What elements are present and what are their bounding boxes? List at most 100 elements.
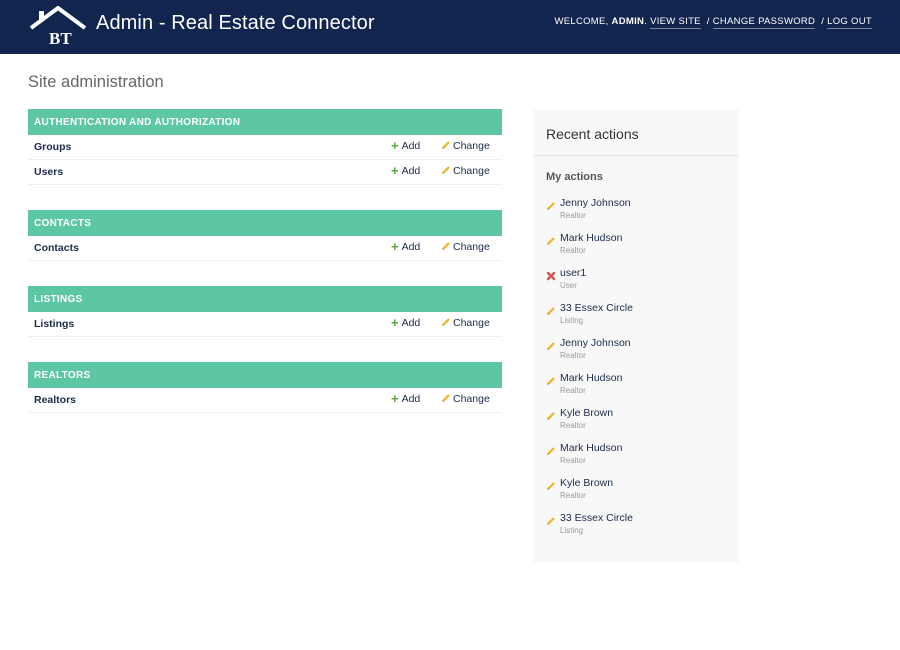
add-label: Add xyxy=(401,393,421,405)
site-brand-title[interactable]: Admin - Real Estate Connector xyxy=(96,12,375,35)
pencil-icon xyxy=(546,198,556,210)
model-row: Listings + Add Change xyxy=(28,312,502,337)
divider xyxy=(533,155,739,156)
recent-action-type: Listing xyxy=(560,526,584,535)
change-link[interactable]: Change xyxy=(441,317,490,329)
recent-action-type: Realtor xyxy=(560,456,586,465)
recent-action-link[interactable]: user1 xyxy=(560,267,731,279)
view-site-link[interactable]: VIEW SITE xyxy=(650,16,701,29)
pencil-icon xyxy=(441,393,451,403)
pencil-icon xyxy=(546,513,556,525)
add-label: Add xyxy=(401,140,421,152)
page-title: Site administration xyxy=(28,73,164,91)
pencil-icon xyxy=(441,241,451,251)
recent-action-link[interactable]: Jenny Johnson xyxy=(560,197,731,209)
app-module: REALTORS Realtors + Add Change xyxy=(28,362,502,413)
app-module: AUTHENTICATION AND AUTHORIZATION Groups … xyxy=(28,109,502,185)
logo-text: BT xyxy=(49,29,72,46)
change-label: Change xyxy=(453,393,490,405)
change-link[interactable]: Change xyxy=(441,241,490,253)
add-link[interactable]: + Add xyxy=(391,315,421,330)
recent-action-item: Jenny Johnson Realtor xyxy=(546,197,731,232)
recent-actions-title: Recent actions xyxy=(546,126,639,142)
welcome-text: WELCOME, xyxy=(554,16,612,27)
recent-action-type: Realtor xyxy=(560,386,586,395)
recent-action-link[interactable]: Mark Hudson xyxy=(560,372,731,384)
log-out-link[interactable]: LOG OUT xyxy=(827,16,872,29)
model-link[interactable]: Contacts xyxy=(34,242,79,254)
plus-icon: + xyxy=(391,239,399,254)
recent-action-item: 33 Essex Circle Listing xyxy=(546,512,731,547)
pencil-icon xyxy=(546,233,556,245)
welcome-suffix: . xyxy=(644,16,648,27)
change-link[interactable]: Change xyxy=(441,140,490,152)
my-actions-heading: My actions xyxy=(546,171,603,183)
add-link[interactable]: + Add xyxy=(391,163,421,178)
site-header: BT Admin - Real Estate Connector WELCOME… xyxy=(0,0,900,54)
username: ADMIN xyxy=(611,16,645,27)
recent-action-item: 33 Essex Circle Listing xyxy=(546,302,731,337)
delete-icon xyxy=(546,268,556,281)
change-link[interactable]: Change xyxy=(441,165,490,177)
add-label: Add xyxy=(401,317,421,329)
recent-action-link[interactable]: Jenny Johnson xyxy=(560,337,731,349)
recent-actions-panel: Recent actions My actions Jenny Johnson … xyxy=(533,109,739,563)
pencil-icon xyxy=(546,338,556,350)
app-module: CONTACTS Contacts + Add Change xyxy=(28,210,502,261)
module-caption[interactable]: LISTINGS xyxy=(28,286,502,312)
recent-action-link[interactable]: Mark Hudson xyxy=(560,232,731,244)
add-link[interactable]: + Add xyxy=(391,391,421,406)
pencil-icon xyxy=(441,317,451,327)
recent-action-link[interactable]: Kyle Brown xyxy=(560,407,731,419)
bt-logo[interactable]: BT xyxy=(29,6,87,46)
add-link[interactable]: + Add xyxy=(391,138,421,153)
recent-action-link[interactable]: 33 Essex Circle xyxy=(560,512,731,524)
pencil-icon xyxy=(546,478,556,490)
plus-icon: + xyxy=(391,315,399,330)
change-password-link[interactable]: CHANGE PASSWORD xyxy=(712,16,816,29)
recent-action-link[interactable]: Mark Hudson xyxy=(560,442,731,454)
add-label: Add xyxy=(401,241,421,253)
recent-action-type: Realtor xyxy=(560,351,586,360)
recent-action-link[interactable]: Kyle Brown xyxy=(560,477,731,489)
model-link[interactable]: Users xyxy=(34,166,63,178)
model-row: Users + Add Change xyxy=(28,160,502,185)
module-caption[interactable]: AUTHENTICATION AND AUTHORIZATION xyxy=(28,109,502,135)
recent-action-type: Realtor xyxy=(560,421,586,430)
model-row: Contacts + Add Change xyxy=(28,236,502,261)
plus-icon: + xyxy=(391,138,399,153)
model-link[interactable]: Listings xyxy=(34,318,74,330)
separator: / xyxy=(706,16,710,27)
recent-action-type: Realtor xyxy=(560,211,586,220)
user-tools: WELCOME, ADMIN. VIEW SITE / CHANGE PASSWO… xyxy=(554,16,872,29)
recent-action-link[interactable]: 33 Essex Circle xyxy=(560,302,731,314)
add-label: Add xyxy=(401,165,421,177)
model-link[interactable]: Groups xyxy=(34,141,71,153)
recent-action-item: Jenny Johnson Realtor xyxy=(546,337,731,372)
model-row: Groups + Add Change xyxy=(28,135,502,160)
recent-action-item: Mark Hudson Realtor xyxy=(546,232,731,267)
recent-action-item: Kyle Brown Realtor xyxy=(546,407,731,442)
change-label: Change xyxy=(453,241,490,253)
app-module: LISTINGS Listings + Add Change xyxy=(28,286,502,337)
recent-action-item: Mark Hudson Realtor xyxy=(546,372,731,407)
plus-icon: + xyxy=(391,163,399,178)
recent-action-item: Mark Hudson Realtor xyxy=(546,442,731,477)
recent-action-type: Realtor xyxy=(560,491,586,500)
change-label: Change xyxy=(453,317,490,329)
change-label: Change xyxy=(453,140,490,152)
module-caption[interactable]: CONTACTS xyxy=(28,210,502,236)
add-link[interactable]: + Add xyxy=(391,239,421,254)
pencil-icon xyxy=(546,373,556,385)
pencil-icon xyxy=(546,408,556,420)
module-caption[interactable]: REALTORS xyxy=(28,362,502,388)
pencil-icon xyxy=(546,443,556,455)
recent-action-type: Listing xyxy=(560,316,584,325)
change-link[interactable]: Change xyxy=(441,393,490,405)
plus-icon: + xyxy=(391,391,399,406)
change-label: Change xyxy=(453,165,490,177)
pencil-icon xyxy=(441,165,451,175)
model-link[interactable]: Realtors xyxy=(34,394,76,406)
recent-action-item: Kyle Brown Realtor xyxy=(546,477,731,512)
recent-actions-list: Jenny Johnson Realtor Mark Hudson Realto… xyxy=(546,197,731,547)
